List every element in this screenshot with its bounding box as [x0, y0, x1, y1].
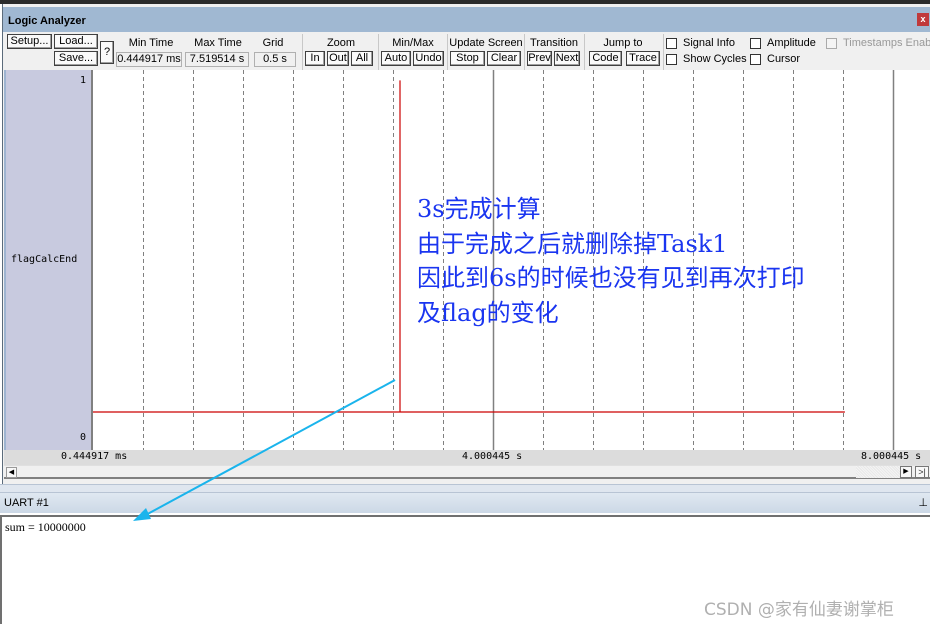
min-time-value: 0.444917 ms	[116, 52, 182, 67]
annotation-line: 由于完成之后就删除掉Task1	[417, 229, 728, 258]
update-screen-group-label: Update Screen	[449, 37, 523, 49]
pin-icon[interactable]: ⊥	[918, 496, 928, 509]
zoom-in-button[interactable]: In	[305, 51, 325, 66]
help-button[interactable]: ?	[100, 41, 114, 64]
grid-value: 0.5 s	[254, 52, 296, 67]
uart-panel-header: UART #1 ⊥	[0, 493, 930, 513]
cursor-label: Cursor	[767, 53, 801, 65]
separator	[302, 34, 303, 70]
signal-name-flagcalcend[interactable]: flagCalcEnd	[11, 254, 77, 265]
max-time-value: 7.519514 s	[185, 52, 249, 67]
show-cycles-checkbox[interactable]: Show Cycles	[666, 53, 747, 65]
transition-prev-button[interactable]: Prev	[527, 51, 552, 66]
checkbox-box[interactable]	[666, 37, 677, 49]
time-axis-left-label: 0.444917 ms	[61, 451, 128, 462]
scroll-left-arrow-icon[interactable]: ◀	[6, 467, 17, 478]
time-axis-center-label: 4.000445 s	[462, 451, 523, 462]
timestamps-enable-label: Timestamps Enabl	[843, 37, 930, 49]
uart-output-line: sum = 10000000	[5, 520, 86, 534]
update-clear-button[interactable]: Clear	[487, 51, 521, 66]
annotation-text: 3s完成计算 由于完成之后就删除掉Task1 因此到6s的时候也没有见到再次打印…	[417, 192, 805, 330]
max-time-label: Max Time	[194, 37, 242, 49]
scroll-right-arrow-icon[interactable]: ▶	[900, 466, 912, 478]
scroll-thumb-area[interactable]	[856, 466, 900, 478]
minmax-auto-button[interactable]: Auto	[381, 51, 411, 66]
checkbox-box[interactable]	[666, 53, 677, 65]
amplitude-label: Amplitude	[767, 37, 816, 49]
y-max-label: 1	[79, 75, 86, 86]
minmax-group-label: Min/Max	[392, 37, 434, 49]
jump-to-group-label: Jump to	[603, 37, 643, 49]
checkbox-box	[826, 37, 837, 49]
watermark: CSDN @家有仙妻谢掌柜	[704, 600, 894, 620]
zoom-all-button[interactable]: All	[351, 51, 373, 66]
uart-title: UART #1	[4, 497, 49, 509]
separator	[378, 34, 379, 70]
signal-name-column: 1 flagCalcEnd 0	[4, 70, 93, 450]
annotation-line: 3s完成计算	[417, 195, 541, 223]
close-button[interactable]: x	[917, 13, 929, 26]
checkbox-box[interactable]	[750, 53, 761, 65]
time-axis-right-label: 8.000445 s	[861, 451, 922, 462]
window-title: Logic Analyzer	[8, 15, 86, 27]
zoom-group-label: Zoom	[326, 37, 356, 49]
signal-info-checkbox[interactable]: Signal Info	[666, 37, 735, 49]
transition-next-button[interactable]: Next	[554, 51, 580, 66]
separator	[663, 34, 664, 70]
zoom-out-button[interactable]: Out	[327, 51, 349, 66]
timestamps-enable-checkbox: Timestamps Enabl	[826, 37, 930, 49]
y-min-label: 0	[79, 432, 86, 443]
separator	[584, 34, 585, 70]
update-stop-button[interactable]: Stop	[450, 51, 485, 66]
jump-code-button[interactable]: Code	[589, 51, 622, 66]
min-time-label: Min Time	[128, 37, 174, 49]
scroll-to-end-button[interactable]: >|	[915, 466, 929, 478]
load-button[interactable]: Load...	[54, 34, 98, 49]
title-bar: Logic Analyzer x	[3, 7, 930, 32]
time-axis: 0.444917 ms 4.000445 s 8.000445 s	[4, 450, 930, 465]
minmax-undo-button[interactable]: Undo	[413, 51, 444, 66]
show-cycles-label: Show Cycles	[683, 53, 747, 65]
signal-info-label: Signal Info	[683, 37, 735, 49]
transition-group-label: Transition	[530, 37, 578, 49]
grid-label: Grid	[262, 37, 284, 49]
setup-button[interactable]: Setup...	[7, 34, 52, 49]
horizontal-scrollbar[interactable]: ◀ ▶ >|	[4, 465, 930, 479]
annotation-line: 及flag的变化	[417, 298, 559, 327]
checkbox-box[interactable]	[750, 37, 761, 49]
toolbar: Setup... Load... Save... ? Min Time 0.44…	[3, 32, 930, 71]
separator	[447, 34, 448, 70]
jump-trace-button[interactable]: Trace	[626, 51, 660, 66]
save-button[interactable]: Save...	[54, 51, 98, 66]
panel-divider[interactable]	[0, 484, 930, 493]
scroll-track[interactable]	[256, 467, 884, 478]
cursor-checkbox[interactable]: Cursor	[750, 53, 800, 65]
amplitude-checkbox[interactable]: Amplitude	[750, 37, 816, 49]
annotation-line: 因此到6s的时候也没有见到再次打印	[417, 264, 805, 292]
